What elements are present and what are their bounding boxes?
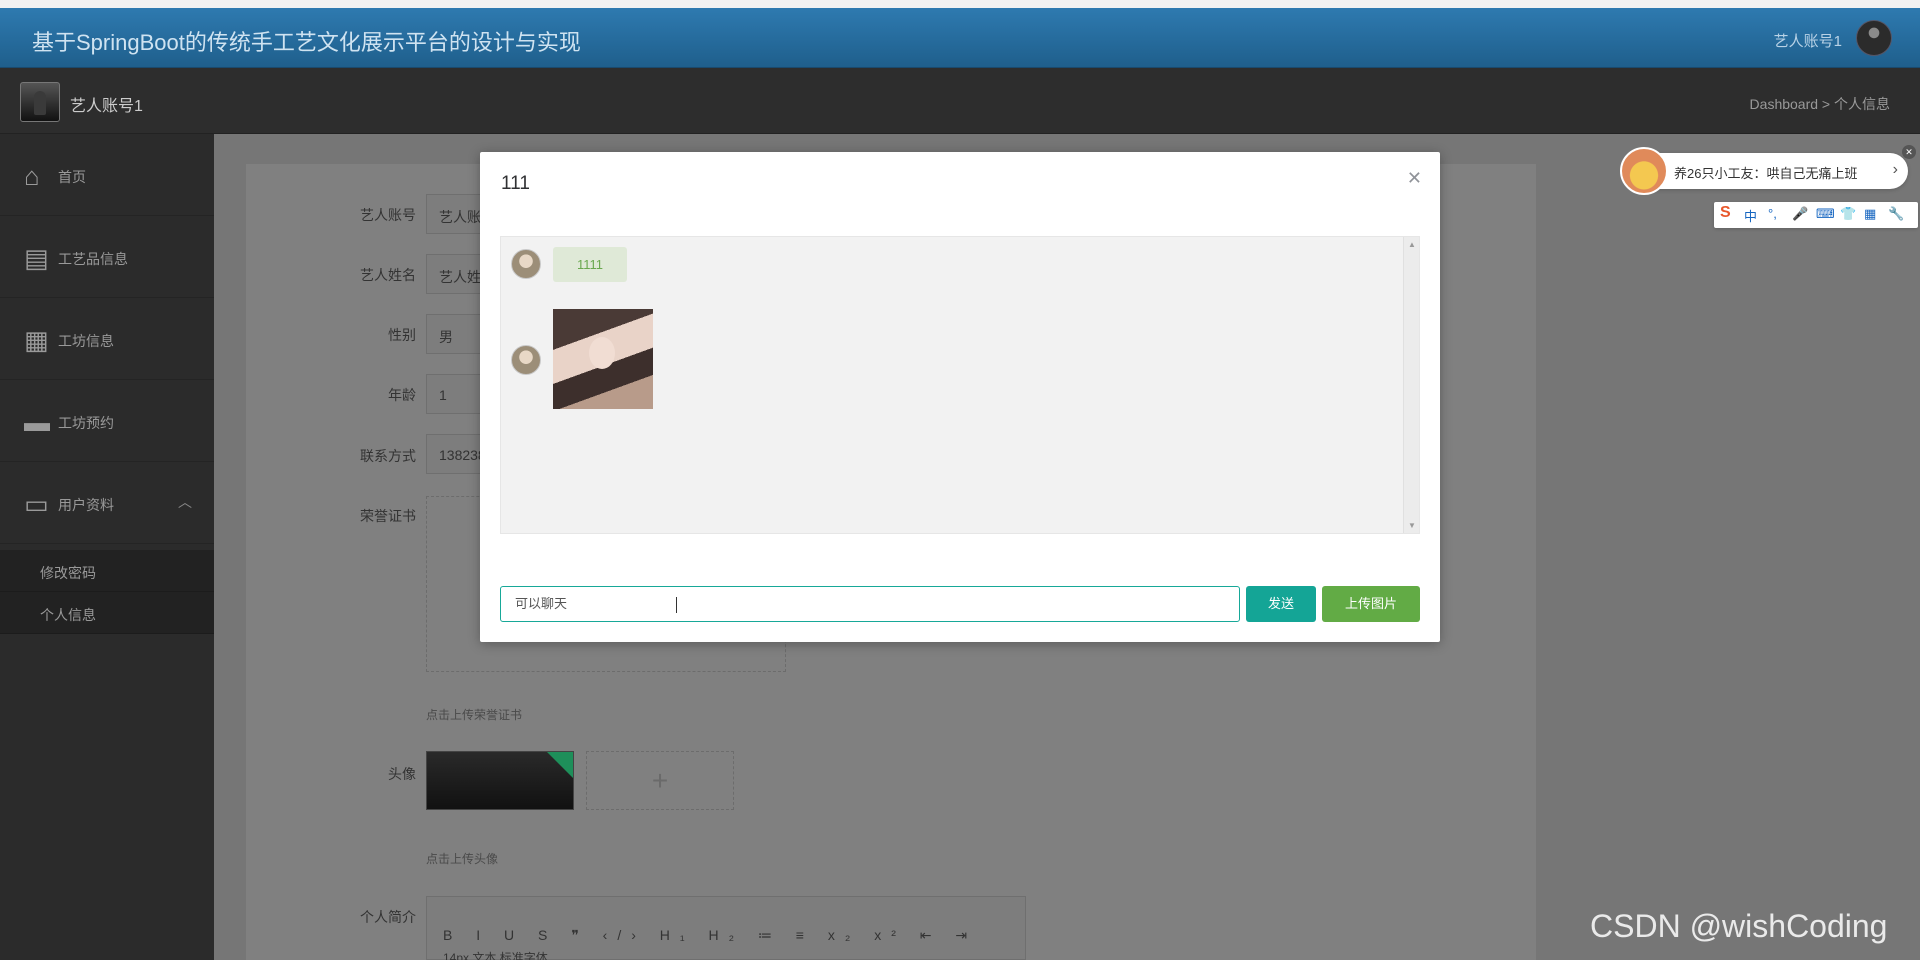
sidebar-subitem-label: 修改密码	[40, 565, 96, 581]
chat-history[interactable]: 1111 ▲ ▼	[500, 236, 1420, 534]
close-icon[interactable]: ✕	[1902, 145, 1916, 159]
honor-upload-hint: 点击上传荣誉证书	[426, 708, 523, 722]
microphone-icon[interactable]: 🎤	[1792, 206, 1808, 222]
chat-message-image[interactable]	[553, 309, 653, 409]
chat-scrollbar[interactable]: ▲ ▼	[1403, 237, 1419, 533]
avatar-upload-button[interactable]: +	[586, 751, 734, 810]
account-avatar	[20, 82, 60, 122]
ime-mode-icon[interactable]: 中	[1744, 206, 1757, 225]
sidebar-item-label: 首页	[58, 169, 86, 185]
sub-header: 艺人账号1 Dashboard > 个人信息	[0, 68, 1920, 134]
sidebar-item-profile[interactable]: ▭ 用户资料 ︿	[0, 462, 214, 544]
header-username[interactable]: 艺人账号1	[1774, 30, 1842, 51]
breadcrumb: Dashboard > 个人信息	[1749, 96, 1890, 112]
keyboard-icon[interactable]: ⌨	[1816, 206, 1835, 222]
card-icon: ▭	[24, 489, 49, 519]
header-avatar[interactable]	[1856, 20, 1892, 56]
sidebar-subitem-change-password[interactable]: 修改密码	[0, 550, 214, 592]
sidebar: ⌂ 首页 ▤ 工艺品信息 ▦ 工坊信息 ▬ 工坊预约 ▭ 用户资料 ︿ 修改密码…	[0, 134, 214, 960]
plus-icon: +	[651, 765, 669, 796]
avatar-upload-hint: 点击上传头像	[426, 852, 499, 866]
apps-icon[interactable]: ▦	[1864, 206, 1876, 222]
editor-toolbar-secondary[interactable]: 14px 文本 标准字体	[443, 949, 548, 960]
notification-popup[interactable]: 养26只小工友：哄自己无痛上班 › ✕	[1620, 145, 1916, 195]
send-button[interactable]: 发送	[1246, 586, 1316, 622]
sidebar-item-label: 用户资料	[58, 497, 114, 513]
sidebar-item-label: 工艺品信息	[58, 251, 128, 267]
skin-icon[interactable]: 👕	[1840, 206, 1856, 222]
dialog-title: 111	[501, 173, 530, 194]
chat-message-text: 1111	[553, 247, 628, 282]
sidebar-item-label: 工坊预约	[58, 415, 114, 431]
sidebar-item-home[interactable]: ⌂ 首页	[0, 134, 214, 216]
watermark: CSDN @wishCoding	[1590, 908, 1888, 944]
ticket-icon: ▬	[24, 407, 50, 437]
avatar	[511, 249, 541, 279]
field-label: 联系方式	[360, 448, 416, 464]
sogou-logo-icon[interactable]: S	[1720, 204, 1731, 222]
scroll-down-icon[interactable]: ▼	[1408, 521, 1416, 530]
home-icon: ⌂	[24, 161, 40, 191]
chevron-right-icon[interactable]: ›	[1893, 161, 1898, 179]
mascot-icon	[1620, 147, 1668, 195]
field-label: 艺人姓名	[360, 267, 416, 283]
grid-icon: ▦	[24, 325, 49, 355]
sidebar-subitem-label: 个人信息	[40, 607, 96, 623]
message-input[interactable]: 可以聊天	[500, 586, 1240, 622]
close-icon[interactable]: ✕	[1407, 168, 1422, 189]
field-label: 个人简介	[360, 909, 416, 925]
punctuation-icon[interactable]: °,	[1768, 206, 1777, 221]
text-cursor-icon	[676, 597, 684, 613]
sidebar-item-workshops[interactable]: ▦ 工坊信息	[0, 298, 214, 380]
tools-icon[interactable]: 🔧	[1888, 206, 1904, 222]
avatar	[511, 345, 541, 375]
browser-top-strip	[0, 0, 1920, 8]
notification-text: 养26只小工友：哄自己无痛上班	[1674, 166, 1858, 181]
sidebar-item-reservations[interactable]: ▬ 工坊预约	[0, 380, 214, 462]
chevron-up-icon: ︿	[178, 494, 192, 510]
ime-toolbar: S 中 °, 🎤 ⌨ 👕 ▦ 🔧	[1714, 202, 1918, 228]
sidebar-item-crafts[interactable]: ▤ 工艺品信息	[0, 216, 214, 298]
clipboard-icon: ▤	[24, 243, 49, 273]
app-title: 基于SpringBoot的传统手工艺文化展示平台的设计与实现	[32, 30, 581, 55]
upload-image-button[interactable]: 上传图片	[1322, 586, 1420, 622]
editor-toolbar[interactable]: B I U S ❞ ‹/› H₁ H₂ ≔ ≡ x₂ x² ⇤ ⇥	[443, 927, 977, 944]
avatar-thumbnail[interactable]	[426, 751, 574, 810]
app-header: 基于SpringBoot的传统手工艺文化展示平台的设计与实现 艺人账号1	[0, 8, 1920, 68]
account-name: 艺人账号1	[70, 98, 143, 115]
field-label: 性别	[388, 327, 416, 343]
field-label: 艺人账号	[360, 207, 416, 223]
field-label: 头像	[388, 766, 416, 782]
chat-dialog: 111 ✕ 1111 ▲ ▼ 可以聊天 发送 上传图片	[480, 152, 1440, 642]
scroll-up-icon[interactable]: ▲	[1408, 240, 1416, 249]
sidebar-subitem-profile-info[interactable]: 个人信息	[0, 592, 214, 634]
sidebar-item-label: 工坊信息	[58, 333, 114, 349]
rich-text-editor[interactable]: B I U S ❞ ‹/› H₁ H₂ ≔ ≡ x₂ x² ⇤ ⇥ 14px 文…	[426, 896, 1026, 960]
field-label: 年龄	[388, 387, 416, 403]
field-label: 荣誉证书	[360, 508, 416, 524]
